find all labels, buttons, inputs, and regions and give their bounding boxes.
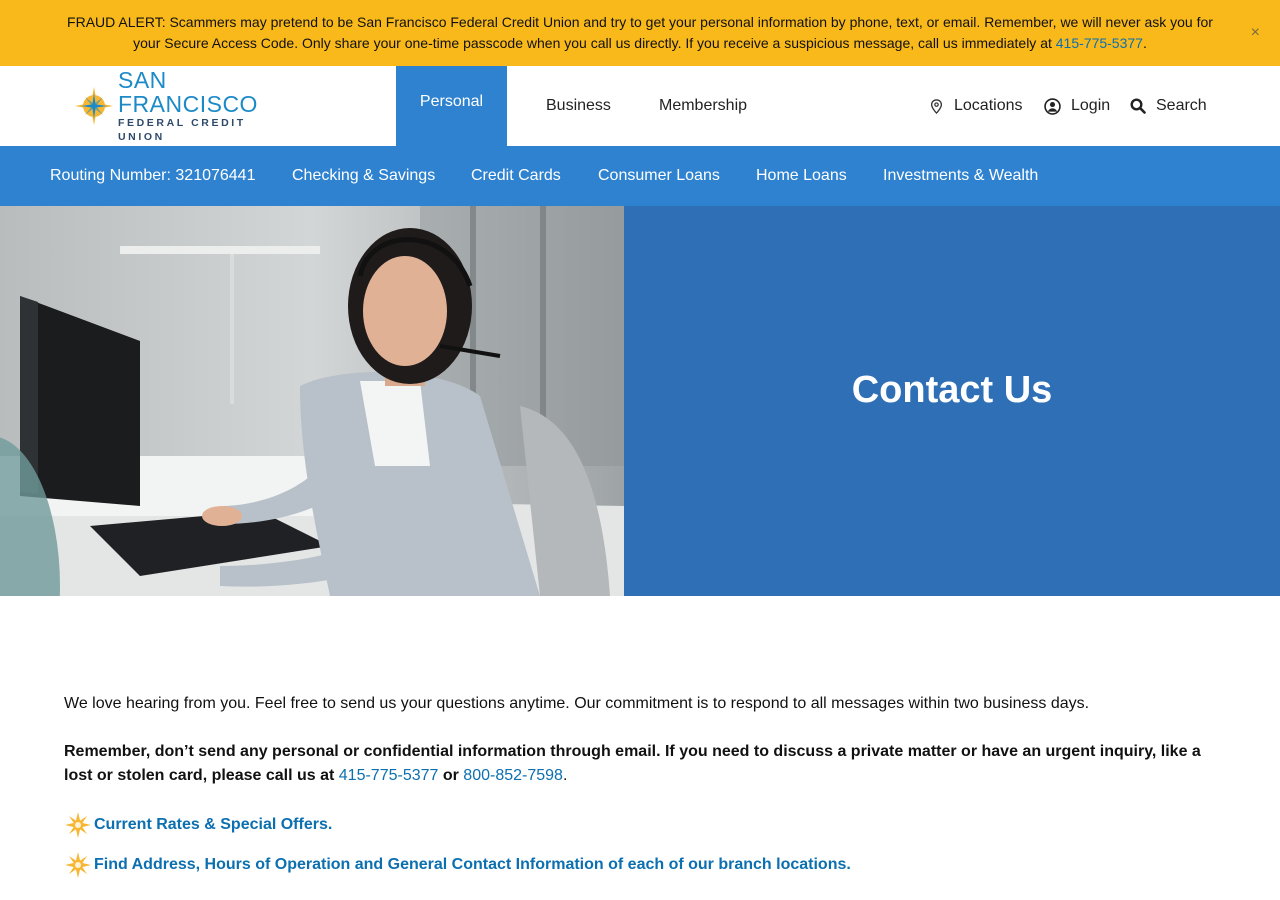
sfcu-star-logo-icon <box>75 87 113 125</box>
intro-paragraph: We love hearing from you. Feel free to s… <box>64 695 1090 712</box>
login-link[interactable]: Login <box>1044 66 1110 146</box>
hero-panel: Contact Us <box>624 206 1280 596</box>
close-icon[interactable]: × <box>1251 24 1260 42</box>
rates-offers-link[interactable]: Current Rates & Special Offers. <box>64 810 1214 840</box>
fraud-alert-phone-link[interactable]: 415-775-5377 <box>1056 35 1143 51</box>
search-label: Search <box>1156 97 1207 114</box>
hero-image <box>0 206 624 596</box>
star-bullet-icon <box>65 852 91 878</box>
subnav-item-investments-wealth[interactable]: Investments & Wealth <box>883 146 1038 206</box>
or-text: or <box>438 767 464 784</box>
rates-offers-label: Current Rates & Special Offers. <box>94 816 333 833</box>
tab-membership[interactable]: Membership <box>659 66 747 146</box>
search-icon <box>1130 98 1146 114</box>
subnav-item-checking-savings[interactable]: Checking & Savings <box>292 146 435 206</box>
logo-link[interactable]: SAN FRANCISCO FEDERAL CREDIT UNION <box>74 68 294 143</box>
main-content: We love hearing from you. Feel free to s… <box>64 692 1214 880</box>
routing-number: Routing Number: 321076441 <box>50 167 256 184</box>
fraud-alert-period: . <box>1142 35 1147 51</box>
locations-label: Locations <box>954 97 1023 114</box>
search-button[interactable]: Search <box>1130 66 1207 146</box>
main-header: SAN FRANCISCO FEDERAL CREDIT UNION Perso… <box>0 66 1280 146</box>
privacy-warning-paragraph: Remember, don’t send any personal or con… <box>64 740 1214 788</box>
secondary-nav: Routing Number: 321076441 Checking & Sav… <box>0 146 1280 206</box>
privacy-warning-text: Remember, don’t send any personal or con… <box>64 743 1201 784</box>
user-circle-icon <box>1044 97 1061 115</box>
fraud-alert-text: FRAUD ALERT: Scammers may pretend to be … <box>55 12 1225 54</box>
tab-business[interactable]: Business <box>546 66 611 146</box>
star-bullet-icon <box>65 812 91 838</box>
subnav-item-consumer-loans[interactable]: Consumer Loans <box>598 146 720 206</box>
logo-line2: FEDERAL CREDIT UNION <box>118 117 246 143</box>
page-title: Contact Us <box>851 368 1053 411</box>
subnav-item-home-loans[interactable]: Home Loans <box>756 146 847 206</box>
phone-link-primary[interactable]: 415-775-5377 <box>339 767 439 784</box>
logo-wordmark: SAN FRANCISCO FEDERAL CREDIT UNION <box>118 68 294 144</box>
tab-personal[interactable]: Personal <box>396 66 507 146</box>
branch-locations-label: Find Address, Hours of Operation and Gen… <box>94 856 851 873</box>
phone-link-secondary[interactable]: 800-852-7598 <box>463 767 563 784</box>
warning-period: . <box>562 767 568 784</box>
login-label: Login <box>1071 97 1111 114</box>
fraud-alert-message: FRAUD ALERT: Scammers may pretend to be … <box>67 14 1213 51</box>
map-pin-icon <box>930 98 943 114</box>
logo-line1: SAN FRANCISCO <box>118 67 258 117</box>
subnav-item-credit-cards[interactable]: Credit Cards <box>471 146 561 206</box>
branch-locations-link[interactable]: Find Address, Hours of Operation and Gen… <box>64 850 1214 880</box>
fraud-alert-banner: FRAUD ALERT: Scammers may pretend to be … <box>0 0 1280 66</box>
locations-link[interactable]: Locations <box>929 66 1023 146</box>
